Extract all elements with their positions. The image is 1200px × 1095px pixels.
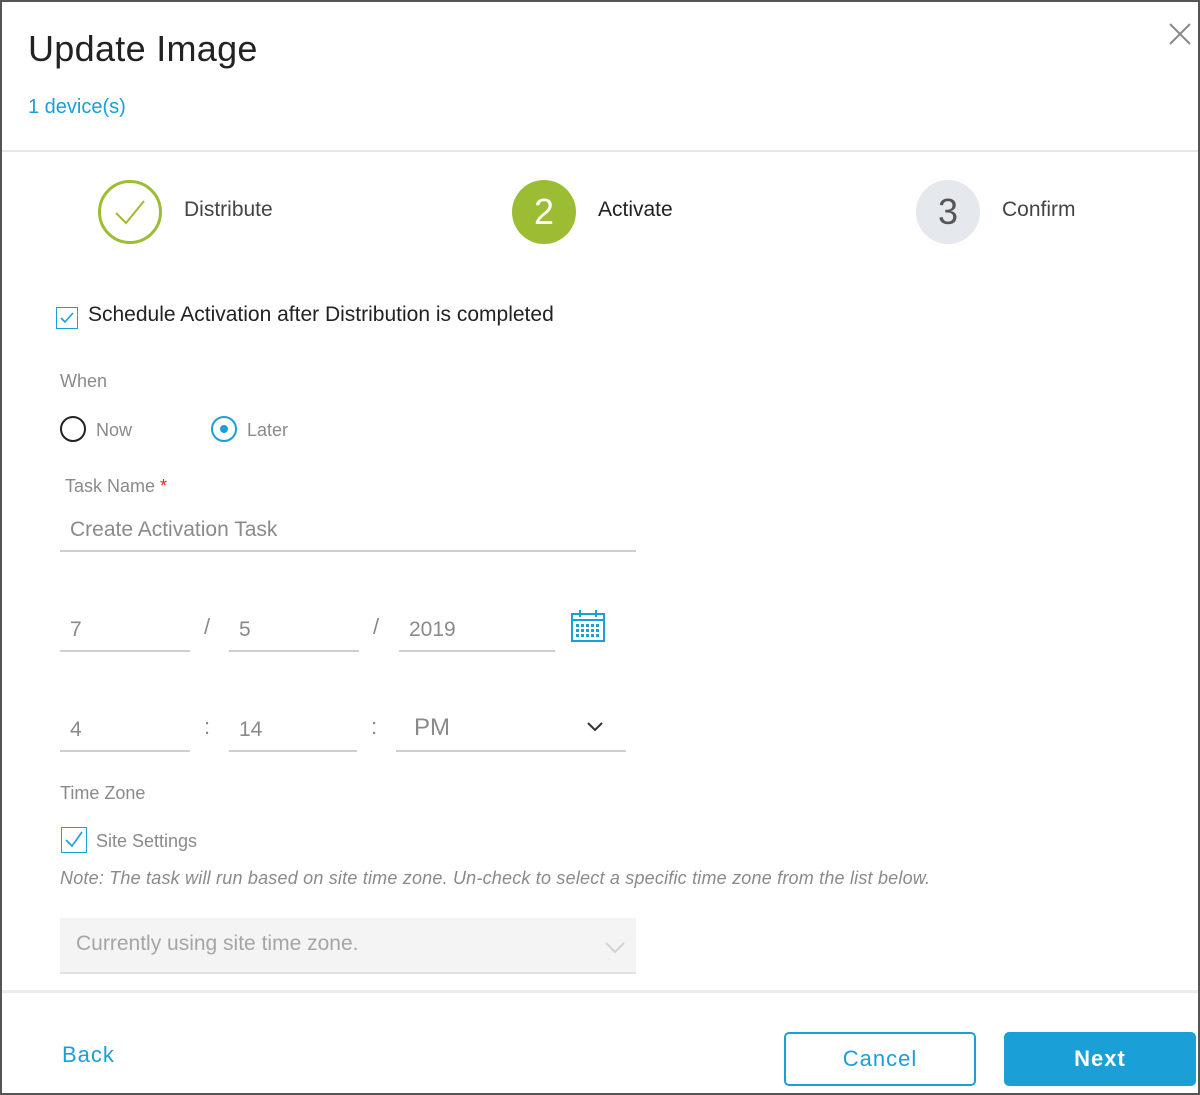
step-completed-circle xyxy=(98,180,162,244)
update-image-dialog: Update Image 1 device(s) Distribute 2 Ac… xyxy=(0,0,1200,1095)
device-count-link[interactable]: 1 device(s) xyxy=(28,96,126,119)
step-number: 2 xyxy=(512,180,576,244)
site-settings-checkbox[interactable] xyxy=(61,827,87,853)
check-icon xyxy=(115,200,145,225)
dialog-title: Update Image xyxy=(28,28,258,69)
required-marker: * xyxy=(160,476,168,496)
day-value: 5 xyxy=(239,618,251,641)
day-input[interactable]: 5 xyxy=(229,612,359,652)
time-zone-label: Time Zone xyxy=(60,783,146,803)
checkmark-icon xyxy=(65,831,83,848)
time-zone-note: Note: The task will run based on site ti… xyxy=(60,868,931,888)
radio-later[interactable] xyxy=(211,416,237,442)
header-divider xyxy=(2,150,1198,152)
date-separator: / xyxy=(373,614,380,639)
back-button[interactable]: Back xyxy=(62,1042,115,1068)
radio-later-label: Later xyxy=(247,420,289,440)
task-name-input[interactable]: Create Activation Task xyxy=(60,512,636,552)
task-name-label-text: Task Name xyxy=(65,476,156,496)
chevron-down-icon xyxy=(605,942,625,954)
time-zone-select-value: Currently using site time zone. xyxy=(76,932,359,955)
hour-value: 4 xyxy=(70,718,82,741)
task-name-value: Create Activation Task xyxy=(70,518,278,541)
task-name-label: Task Name * xyxy=(65,476,167,497)
step-number: 3 xyxy=(916,180,980,244)
schedule-activation-checkbox[interactable] xyxy=(56,307,78,329)
year-input[interactable]: 2019 xyxy=(399,612,555,652)
site-settings-label: Site Settings xyxy=(96,831,198,851)
close-icon[interactable] xyxy=(1166,20,1194,48)
year-value: 2019 xyxy=(409,618,456,641)
minute-value: 14 xyxy=(239,718,263,741)
step-label: Confirm xyxy=(1002,198,1076,221)
cancel-button[interactable]: Cancel xyxy=(784,1032,976,1086)
step-label: Activate xyxy=(598,198,673,221)
calendar-icon[interactable] xyxy=(570,609,606,643)
when-label: When xyxy=(60,371,108,391)
time-zone-select[interactable]: Currently using site time zone. xyxy=(60,918,636,974)
footer-divider xyxy=(2,990,1198,993)
date-separator: / xyxy=(204,614,211,639)
hour-input[interactable]: 4 xyxy=(60,712,190,752)
time-separator: : xyxy=(371,714,378,739)
month-input[interactable]: 7 xyxy=(60,612,190,652)
meridiem-value: PM xyxy=(414,714,450,741)
radio-now-label: Now xyxy=(96,420,133,440)
step-label: Distribute xyxy=(184,198,273,221)
month-value: 7 xyxy=(70,618,82,641)
radio-now[interactable] xyxy=(60,416,86,442)
next-button[interactable]: Next xyxy=(1004,1032,1196,1086)
meridiem-select[interactable]: PM xyxy=(396,712,626,752)
schedule-activation-label: Schedule Activation after Distribution i… xyxy=(88,303,554,326)
minute-input[interactable]: 14 xyxy=(229,712,357,752)
checkmark-icon xyxy=(60,312,74,324)
time-separator: : xyxy=(204,714,211,739)
chevron-down-icon xyxy=(587,722,603,732)
